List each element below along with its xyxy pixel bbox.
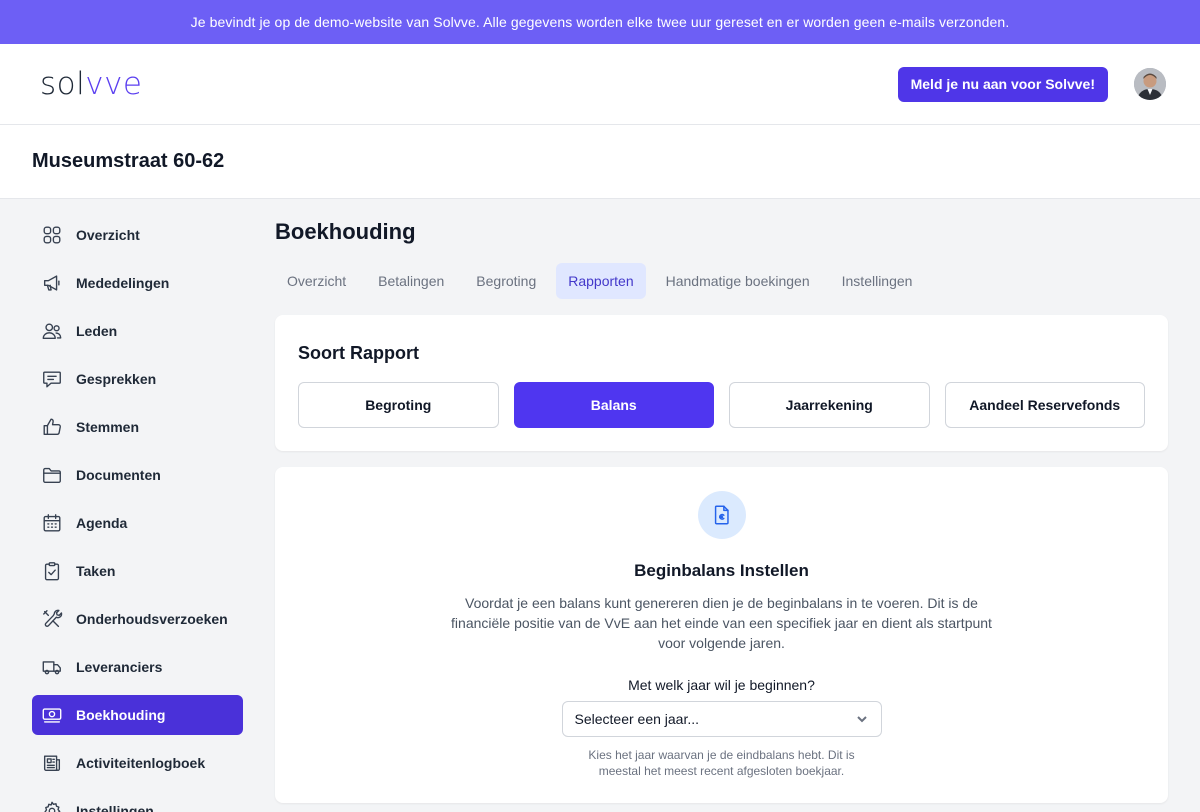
sidebar-item-boekhouding[interactable]: Boekhouding	[32, 695, 243, 735]
sidebar-item-agenda[interactable]: Agenda	[32, 503, 243, 543]
sidebar-item-leden[interactable]: Leden	[32, 311, 243, 351]
top-bar: solvve Meld je nu aan voor Solvve!	[0, 44, 1200, 125]
sidebar-item-stemmen[interactable]: Stemmen	[32, 407, 243, 447]
report-type-heading: Soort Rapport	[298, 343, 419, 363]
avatar[interactable]	[1134, 68, 1166, 100]
logo-text-main: sol	[40, 66, 86, 102]
page-title: Boekhouding	[275, 219, 416, 244]
sidebar-item-label: Agenda	[76, 515, 128, 531]
demo-banner: Je bevindt je op de demo-website van Sol…	[0, 0, 1200, 44]
year-select-value: Selecteer een jaar...	[574, 711, 700, 727]
logo-text-accent: vve	[85, 66, 143, 102]
sidebar-item-label: Leden	[76, 323, 118, 339]
folder-icon	[40, 463, 64, 487]
top-right-actions: Meld je nu aan voor Solvve!	[897, 66, 1166, 102]
sidebar-item-overzicht[interactable]: Overzicht	[32, 215, 243, 255]
sidebar-item-activiteitenlogboek[interactable]: Activiteitenlogboek	[32, 743, 243, 783]
sidebar-item-label: Mededelingen	[76, 275, 170, 291]
sidebar-item-label: Documenten	[76, 467, 161, 483]
report-balans-button[interactable]: Balans	[513, 382, 714, 428]
sidebar-item-label: Taken	[76, 563, 116, 579]
sidebar-item-label: Instellingen	[76, 803, 154, 812]
newspaper-icon	[40, 751, 64, 775]
truck-icon	[40, 655, 64, 679]
sidebar-item-documenten[interactable]: Documenten	[32, 455, 243, 495]
opening-balance-title: Beginbalans Instellen	[634, 561, 809, 580]
tab-overzicht[interactable]: Overzicht	[275, 263, 358, 299]
sidebar-item-label: Leveranciers	[76, 659, 163, 675]
sidebar-item-label: Stemmen	[76, 419, 140, 435]
demo-banner-text: Je bevindt je op de demo-website van Sol…	[190, 14, 1010, 30]
sidebar-item-label: Onderhoudsverzoeken	[76, 611, 228, 627]
sidebar-item-mededelingen[interactable]: Mededelingen	[32, 263, 243, 303]
report-begroting-button[interactable]: Begroting	[298, 382, 499, 428]
content-layout: Overzicht Mededelingen Leden Gesprekken …	[0, 199, 1200, 812]
chevron-down-icon	[856, 716, 867, 723]
signup-button[interactable]: Meld je nu aan voor Solvve!	[897, 66, 1108, 102]
year-hint-text: Kies het jaar waarvan je de eindbalans h…	[588, 748, 855, 778]
tab-betalingen[interactable]: Betalingen	[366, 263, 456, 299]
thumbs-up-icon	[40, 415, 64, 439]
tab-rapporten[interactable]: Rapporten	[556, 263, 646, 299]
sidebar-item-leveranciers[interactable]: Leveranciers	[32, 647, 243, 687]
sidebar-item-taken[interactable]: Taken	[32, 551, 243, 591]
solvve-logo[interactable]: solvve	[40, 66, 143, 102]
opening-balance-description: Voordat je een balans kunt genereren die…	[451, 595, 992, 651]
clipboard-check-icon	[40, 559, 64, 583]
report-type-buttons: Begroting Balans Jaarrekening Aandeel Re…	[298, 382, 1145, 428]
sidebar-item-label: Gesprekken	[76, 371, 157, 387]
calendar-icon	[40, 511, 64, 535]
property-title: Museumstraat 60-62	[32, 150, 225, 172]
report-reservefonds-button[interactable]: Aandeel Reservefonds	[944, 382, 1145, 428]
sidebar: Overzicht Mededelingen Leden Gesprekken …	[32, 215, 243, 812]
tab-handmatige-boekingen[interactable]: Handmatige boekingen	[654, 263, 822, 299]
report-type-card: Soort Rapport Begroting Balans Jaarreken…	[275, 315, 1168, 451]
year-select[interactable]: Selecteer een jaar...	[561, 701, 882, 737]
sidebar-item-gesprekken[interactable]: Gesprekken	[32, 359, 243, 399]
report-jaarrekening-button[interactable]: Jaarrekening	[729, 382, 930, 428]
property-bar: Museumstraat 60-62	[0, 125, 1200, 199]
tab-instellingen[interactable]: Instellingen	[830, 263, 925, 299]
year-question-label: Met welk jaar wil je beginnen?	[628, 677, 815, 693]
document-euro-icon	[697, 491, 746, 539]
sidebar-item-label: Activiteitenlogboek	[76, 755, 206, 771]
tab-begroting[interactable]: Begroting	[464, 263, 548, 299]
cash-icon	[40, 703, 64, 727]
opening-balance-card: Beginbalans Instellen Voordat je een bal…	[275, 467, 1168, 803]
sidebar-item-label: Boekhouding	[76, 707, 166, 723]
grid-icon	[40, 223, 64, 247]
sidebar-item-instellingen[interactable]: Instellingen	[32, 791, 243, 812]
tools-icon	[40, 607, 64, 631]
tab-bar: Overzicht Betalingen Begroting Rapporten…	[275, 263, 1168, 299]
main-content: Boekhouding Overzicht Betalingen Begroti…	[275, 199, 1168, 803]
chat-icon	[40, 367, 64, 391]
sidebar-item-onderhoudsverzoeken[interactable]: Onderhoudsverzoeken	[32, 599, 243, 639]
users-icon	[40, 319, 64, 343]
gear-icon	[40, 799, 64, 812]
sidebar-item-label: Overzicht	[76, 227, 140, 243]
megaphone-icon	[40, 271, 64, 295]
